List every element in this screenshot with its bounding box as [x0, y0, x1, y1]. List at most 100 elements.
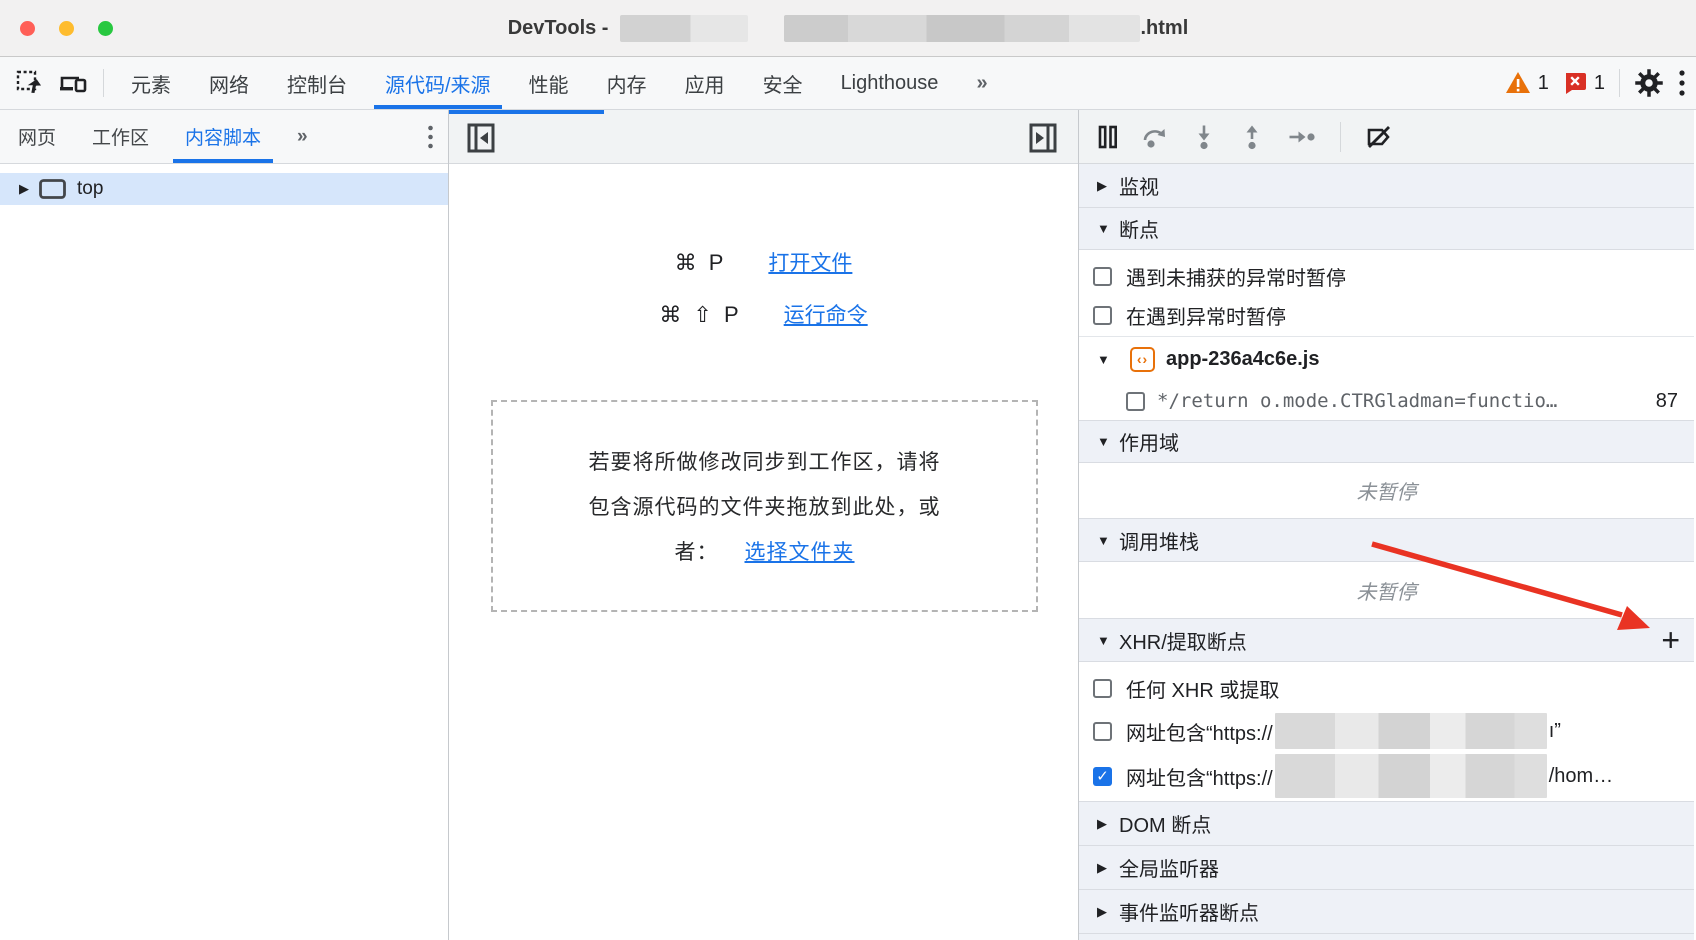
tab-content-scripts[interactable]: 内容脚本 [167, 110, 279, 163]
breakpoint-entry-code: */return o.mode.CTRGladman=functio… [1157, 390, 1646, 412]
tab-application[interactable]: 应用 [666, 57, 744, 109]
editor-pane: ⌘ P 打开文件 ⌘ ⇧ P 运行命令 若要将所做修改同步到工作区，请将 包含源… [449, 110, 1079, 940]
tab-memory[interactable]: 内存 [588, 57, 666, 109]
section-scope-label: 作用域 [1119, 427, 1179, 456]
warnings-indicator[interactable]: 1 [1505, 71, 1549, 95]
pause-caught-checkbox[interactable] [1093, 306, 1112, 325]
tab-elements[interactable]: 元素 [112, 57, 190, 109]
any-xhr-row: 任何 XHR 或提取 [1079, 667, 1694, 709]
breakpoint-file-name: app-236a4c6e.js [1166, 348, 1319, 371]
pause-uncaught-checkbox[interactable] [1093, 267, 1112, 286]
deactivate-breakpoints-icon[interactable] [1365, 124, 1393, 150]
devtools-tabstrip: 元素 网络 控制台 源代码/来源 性能 内存 应用 安全 Lighthouse … [0, 57, 1696, 110]
breakpoint-entry-line-number: 87 [1656, 390, 1678, 413]
warning-count: 1 [1538, 72, 1549, 95]
toolbar-separator [1340, 122, 1341, 152]
xhr-url2-checkbox[interactable]: ✓ [1093, 767, 1112, 786]
section-watch-label: 监视 [1119, 171, 1159, 200]
tab-workspace[interactable]: 工作区 [74, 110, 167, 163]
redacted-url-segment [1275, 754, 1547, 798]
workspace-dropzone[interactable]: 若要将所做修改同步到工作区，请将 包含源代码的文件夹拖放到此处，或 者： 选择文… [491, 400, 1038, 612]
js-file-icon: ‹› [1130, 347, 1155, 372]
toolbar-separator [103, 69, 104, 97]
show-debugger-icon[interactable] [1029, 123, 1057, 153]
section-event-listeners-label: 事件监听器断点 [1119, 897, 1259, 926]
settings-gear-icon[interactable] [1634, 68, 1664, 98]
expand-arrow-icon: ▼ [1097, 221, 1119, 236]
close-window-icon[interactable] [20, 21, 35, 36]
collapse-arrow-icon: ▶ [1097, 904, 1119, 920]
collapse-arrow-icon: ▶ [1097, 816, 1119, 832]
minimize-window-icon[interactable] [59, 21, 74, 36]
kebab-menu-icon[interactable] [1678, 68, 1686, 98]
tab-page[interactable]: 网页 [0, 110, 74, 163]
section-csp-violation-breakpoints[interactable]: ▶ CSP 违规断点 [1079, 934, 1694, 940]
open-file-link[interactable]: 打开文件 [768, 247, 852, 277]
section-breakpoints-label: 断点 [1119, 214, 1159, 243]
breakpoint-file-group[interactable]: ▼ ‹› app-236a4c6e.js [1079, 337, 1694, 381]
dropzone-text-line3: 者： [675, 536, 719, 566]
window-title-prefix: DevTools - [508, 17, 609, 40]
open-file-keys: ⌘ P [675, 250, 727, 276]
navigator-kebab-menu-icon[interactable] [427, 124, 434, 150]
breakpoint-entry-row[interactable]: */return o.mode.CTRGladman=functio… 87 [1079, 381, 1694, 421]
step-icon[interactable] [1288, 125, 1316, 149]
navigator-tabs: 网页 工作区 内容脚本 » [0, 110, 448, 164]
shortcut-hints: ⌘ P 打开文件 ⌘ ⇧ P 运行命令 [449, 247, 1078, 329]
section-global-listeners-label: 全局监听器 [1119, 853, 1219, 882]
run-command-keys: ⌘ ⇧ P [659, 302, 741, 328]
debugger-pane: ▶ 监视 ▼ 断点 遇到未捕获的异常时暂停 在遇到异常时暂停 [1079, 110, 1694, 940]
add-xhr-breakpoint-button[interactable]: + [1661, 624, 1680, 656]
section-watch[interactable]: ▶ 监视 [1079, 164, 1694, 208]
warning-triangle-icon [1505, 71, 1531, 95]
breakpoint-entry-checkbox[interactable] [1126, 392, 1145, 411]
pause-caught-exceptions-row: 在遇到异常时暂停 [1079, 296, 1694, 335]
pause-script-icon[interactable] [1098, 125, 1118, 149]
tab-lighthouse[interactable]: Lighthouse [822, 57, 958, 109]
more-navigator-tabs-icon[interactable]: » [279, 110, 328, 163]
dropzone-text-line2: 包含源代码的文件夹拖放到此处，或 [589, 491, 941, 521]
inspect-element-icon[interactable] [16, 70, 43, 97]
section-dom-label: DOM 断点 [1119, 809, 1211, 838]
navigator-pane: 网页 工作区 内容脚本 » ▶ top [0, 110, 449, 940]
section-breakpoints[interactable]: ▼ 断点 [1079, 208, 1694, 250]
section-xhr-breakpoints[interactable]: ▼ XHR/提取断点 + [1079, 618, 1694, 662]
hide-navigator-icon[interactable] [467, 123, 495, 153]
section-call-stack[interactable]: ▼ 调用堆栈 [1079, 518, 1694, 562]
tree-item-top-frame[interactable]: ▶ top [0, 173, 448, 205]
tab-console[interactable]: 控制台 [268, 57, 366, 109]
xhr-url2-suffix: /hom… [1549, 765, 1613, 788]
tab-security[interactable]: 安全 [744, 57, 822, 109]
step-over-icon[interactable] [1142, 124, 1168, 150]
errors-indicator[interactable]: 1 [1563, 71, 1605, 95]
run-command-link[interactable]: 运行命令 [784, 299, 868, 329]
any-xhr-checkbox[interactable] [1093, 679, 1112, 698]
section-global-listeners[interactable]: ▶ 全局监听器 [1079, 846, 1694, 890]
xhr-url1-checkbox[interactable] [1093, 722, 1112, 741]
toolbar-separator [1619, 69, 1620, 97]
tab-performance[interactable]: 性能 [510, 57, 588, 109]
xhr-url1-suffix: ı” [1549, 720, 1561, 743]
tab-network[interactable]: 网络 [190, 57, 268, 109]
step-into-icon[interactable] [1192, 124, 1216, 150]
select-folder-link[interactable]: 选择文件夹 [745, 536, 855, 566]
maximize-window-icon[interactable] [98, 21, 113, 36]
device-toolbar-icon[interactable] [59, 70, 89, 97]
error-count: 1 [1594, 72, 1605, 95]
section-dom-breakpoints[interactable]: ▶ DOM 断点 [1079, 801, 1694, 846]
error-badge-icon [1563, 71, 1587, 95]
section-event-listener-breakpoints[interactable]: ▶ 事件监听器断点 [1079, 890, 1694, 934]
window-title-suffix: .html [1140, 17, 1188, 40]
expand-arrow-icon[interactable]: ▶ [19, 181, 29, 197]
tree-item-label: top [77, 178, 103, 200]
any-xhr-label: 任何 XHR 或提取 [1126, 674, 1279, 703]
frame-icon [39, 179, 66, 199]
redacted-title-segment [784, 15, 1140, 42]
section-scope[interactable]: ▼ 作用域 [1079, 420, 1694, 463]
section-xhr-label: XHR/提取断点 [1119, 626, 1247, 655]
step-out-icon[interactable] [1240, 124, 1264, 150]
more-tabs-icon[interactable]: » [957, 57, 1008, 109]
shortcut-run-command: ⌘ ⇧ P 运行命令 [659, 299, 867, 329]
tab-sources[interactable]: 源代码/来源 [366, 57, 510, 109]
xhr-url-row-2: ✓ 网址包含“https:// /hom… [1079, 753, 1694, 799]
